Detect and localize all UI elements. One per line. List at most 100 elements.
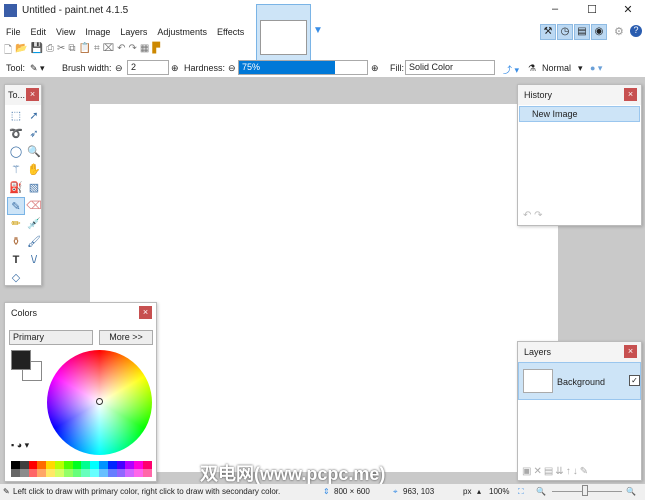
palette-swatch[interactable]: [63, 469, 73, 477]
palette-swatch[interactable]: [107, 469, 117, 477]
palette-swatch[interactable]: [37, 461, 47, 469]
palette-swatch[interactable]: [134, 469, 143, 477]
new-icon[interactable]: 🗋: [4, 43, 12, 59]
layer-properties-icon[interactable]: ✎: [580, 466, 590, 477]
zoom-out-icon[interactable]: 🔍: [536, 487, 546, 496]
more-colors-button[interactable]: More >>: [99, 330, 153, 345]
palette-swatch[interactable]: [37, 469, 47, 477]
pencil-icon[interactable]: ✏: [7, 215, 25, 233]
palette-swatch[interactable]: [28, 461, 38, 469]
merge-layer-icon[interactable]: ⇊: [555, 466, 565, 477]
add-layer-icon[interactable]: ▣: [522, 466, 533, 477]
brush-width-input[interactable]: 2: [127, 60, 169, 75]
palette-swatch[interactable]: [107, 461, 117, 469]
zoom-in-icon[interactable]: 🔍: [626, 487, 636, 496]
move-layer-down-icon[interactable]: ↓: [573, 466, 580, 477]
palette-swatch[interactable]: [142, 469, 152, 477]
brush-width-increase-icon[interactable]: ⊕: [171, 63, 179, 74]
layer-visibility-checkbox[interactable]: ✓: [629, 375, 640, 386]
layers-close-button[interactable]: ×: [624, 345, 637, 358]
color-mode-dropdown[interactable]: Primary: [9, 330, 93, 345]
settings-icon[interactable]: ⚙: [614, 25, 624, 38]
palette-swatch[interactable]: [72, 461, 82, 469]
palette-swatch[interactable]: [63, 461, 73, 469]
hardness-slider[interactable]: 75%: [238, 60, 368, 75]
minimize-button[interactable]: –: [545, 3, 565, 15]
palette-swatch[interactable]: [125, 461, 135, 469]
maximize-button[interactable]: ☐: [582, 3, 602, 16]
hardness-increase-icon[interactable]: ⊕: [371, 63, 379, 74]
paintbrush-icon[interactable]: ✎: [7, 197, 25, 215]
tools-toggle-icon[interactable]: ⚒: [540, 24, 556, 40]
palette-swatch[interactable]: [54, 469, 64, 477]
fill-dropdown[interactable]: Solid Color: [405, 60, 495, 75]
history-undo-icon[interactable]: ↶: [523, 210, 531, 221]
line-curve-icon[interactable]: \/: [25, 251, 43, 269]
palette-swatch[interactable]: [98, 461, 108, 469]
deselect-icon[interactable]: ⌧: [103, 43, 115, 59]
palette-swatch[interactable]: [19, 469, 29, 477]
menu-layers[interactable]: Layers: [120, 27, 147, 37]
zoom-level[interactable]: 100%: [489, 487, 509, 496]
colors-close-button[interactable]: ×: [139, 306, 152, 319]
ellipse-select-icon[interactable]: ◯: [7, 143, 25, 161]
color-picker-icon[interactable]: 💉: [25, 215, 43, 233]
paintbrush-tool-dropdown[interactable]: ✎ ▾: [30, 63, 45, 74]
palette-swatch[interactable]: [11, 461, 20, 469]
open-icon[interactable]: 📂: [15, 43, 27, 59]
close-button[interactable]: ✕: [618, 3, 638, 16]
undo-icon[interactable]: ↶: [117, 43, 125, 59]
magic-wand-icon[interactable]: ⚚: [7, 161, 25, 179]
palette-swatch[interactable]: [81, 469, 91, 477]
lasso-icon[interactable]: ➰: [7, 125, 25, 143]
rectangle-select-icon[interactable]: ⬚: [7, 107, 25, 125]
delete-layer-icon[interactable]: ✕: [533, 466, 543, 477]
image-list-dropdown-icon[interactable]: ▼: [313, 25, 323, 36]
palette-swatch[interactable]: [125, 469, 135, 477]
pan-icon[interactable]: ✋: [25, 161, 43, 179]
move-selected-icon[interactable]: ➶: [25, 125, 43, 143]
palette-swatch[interactable]: [19, 461, 29, 469]
palette-swatch[interactable]: [116, 469, 126, 477]
selection-mode-dropdown-icon[interactable]: ● ▾: [590, 63, 602, 74]
palette-swatch[interactable]: [116, 461, 126, 469]
image-canvas[interactable]: [90, 104, 558, 472]
gradient-icon[interactable]: ▧: [25, 179, 43, 197]
print-icon[interactable]: ⎙: [46, 43, 54, 59]
palette-swatch[interactable]: [54, 461, 64, 469]
palette-swatch[interactable]: [98, 469, 108, 477]
palette-swatch[interactable]: [134, 461, 143, 469]
save-icon[interactable]: 💾: [31, 43, 43, 59]
shapes-icon[interactable]: ◇: [7, 269, 25, 287]
primary-color-swatch[interactable]: [11, 350, 31, 370]
cut-icon[interactable]: ✂: [57, 43, 65, 59]
blend-mode-dropdown[interactable]: Normal: [542, 63, 571, 73]
grid-icon[interactable]: ▦: [140, 43, 149, 59]
color-wheel-cursor[interactable]: [96, 398, 103, 405]
layers-toggle-icon[interactable]: ▤: [574, 24, 590, 40]
menu-effects[interactable]: Effects: [217, 27, 244, 37]
history-toggle-icon[interactable]: ◷: [557, 24, 573, 40]
menu-file[interactable]: File: [6, 27, 21, 37]
menu-view[interactable]: View: [56, 27, 75, 37]
move-selection-icon[interactable]: ➚: [25, 107, 43, 125]
image-tab-thumbnail[interactable]: [256, 4, 311, 61]
palette-menu-icon[interactable]: ▪ ◕ ▾: [11, 440, 29, 451]
unit-selector[interactable]: px: [463, 487, 471, 496]
menu-image[interactable]: Image: [85, 27, 110, 37]
paste-icon[interactable]: 📋: [78, 43, 90, 59]
zoom-to-window-icon[interactable]: ⛶: [518, 487, 524, 497]
layer-row[interactable]: Background ✓: [518, 362, 641, 400]
redo-icon[interactable]: ↷: [129, 43, 137, 59]
history-redo-icon[interactable]: ↷: [534, 210, 542, 221]
ruler-icon[interactable]: ▛: [152, 43, 160, 59]
brush-width-decrease-icon[interactable]: ⊖: [115, 63, 123, 74]
recolor-icon[interactable]: 🖌: [25, 233, 43, 251]
history-close-button[interactable]: ×: [624, 88, 637, 101]
menu-edit[interactable]: Edit: [31, 27, 47, 37]
blend-mode-arrow-icon[interactable]: ▾: [578, 63, 583, 74]
eraser-icon[interactable]: ⌫: [25, 197, 43, 215]
unit-dropdown-icon[interactable]: ▴: [477, 487, 481, 496]
crop-icon[interactable]: ⌗: [94, 43, 100, 59]
paint-bucket-icon[interactable]: ⛽: [7, 179, 25, 197]
